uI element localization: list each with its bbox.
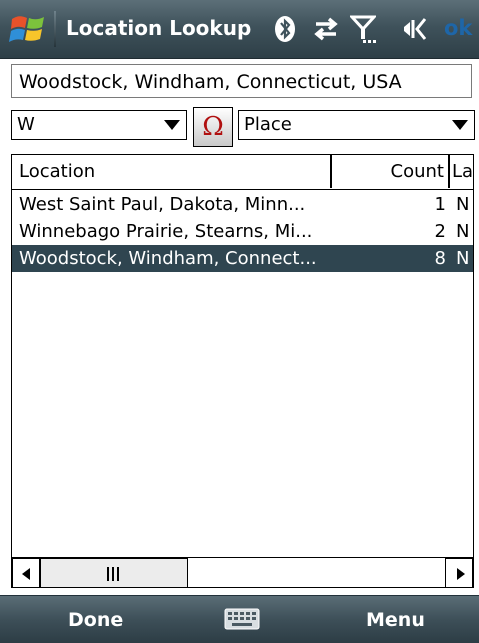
softkey-bar: Done Menu — [0, 595, 479, 643]
window-title: Location Lookup — [66, 16, 252, 40]
special-character-button[interactable]: Ω — [193, 107, 233, 147]
list-item-location: Woodstock, Windham, Connect... — [19, 248, 317, 269]
list-item-extra: N — [456, 194, 470, 215]
title-bar: Location Lookup ok — [0, 0, 479, 59]
chevron-down-icon — [164, 120, 180, 130]
location-field-value: Woodstock, Windham, Connecticut, USA — [19, 71, 402, 93]
location-list[interactable]: Location Count La West Saint Paul, Dakot… — [11, 154, 474, 588]
list-item-location: Winnebago Prairie, Stearns, Mi... — [19, 221, 313, 242]
list-header: Location Count La — [12, 155, 473, 190]
volume-icon[interactable] — [396, 14, 426, 44]
list-item-location: West Saint Paul, Dakota, Minn... — [19, 194, 306, 215]
list-item[interactable]: West Saint Paul, Dakota, Minn... 1 N — [12, 191, 473, 218]
title-separator — [54, 11, 56, 47]
list-item-count: 8 — [434, 248, 446, 269]
location-lookup-screen: Location Lookup ok Woodstock, Windham, C… — [0, 0, 479, 643]
menu-softkey[interactable]: Menu — [366, 606, 425, 634]
chevron-down-icon — [452, 120, 468, 130]
scrollbar-thumb[interactable] — [40, 558, 188, 587]
list-item-selected[interactable]: Woodstock, Windham, Connect... 8 N — [12, 245, 473, 272]
keyboard-icon[interactable] — [224, 608, 260, 630]
type-dropdown-value: Place — [244, 114, 292, 135]
column-header-location[interactable]: Location — [19, 155, 329, 188]
grip-line — [112, 567, 114, 581]
connectivity-icon[interactable] — [312, 14, 340, 44]
list-item-count: 1 — [434, 194, 446, 215]
omega-icon: Ω — [202, 112, 224, 142]
windows-start-icon[interactable] — [9, 11, 47, 47]
signal-icon[interactable] — [350, 14, 376, 44]
grip-line — [117, 567, 119, 581]
scroll-left-button[interactable] — [12, 558, 40, 587]
done-softkey[interactable]: Done — [68, 606, 123, 634]
list-item[interactable]: Winnebago Prairie, Stearns, Mi... 2 N — [12, 218, 473, 245]
list-item-extra: N — [456, 221, 470, 242]
column-header-count[interactable]: Count — [332, 155, 447, 188]
column-divider[interactable] — [448, 155, 450, 188]
ok-button[interactable]: ok — [444, 14, 472, 42]
location-field[interactable]: Woodstock, Windham, Connecticut, USA — [11, 64, 472, 98]
list-item-extra: N — [456, 248, 470, 269]
letter-dropdown[interactable]: W — [11, 110, 187, 140]
column-header-la[interactable]: La — [452, 155, 473, 188]
arrow-right-icon — [457, 568, 465, 580]
scroll-right-button[interactable] — [445, 558, 473, 587]
bluetooth-icon[interactable] — [274, 14, 296, 44]
horizontal-scrollbar[interactable] — [12, 557, 473, 587]
grip-line — [107, 567, 109, 581]
letter-dropdown-value: W — [17, 114, 35, 135]
type-dropdown[interactable]: Place — [238, 110, 475, 140]
list-item-count: 2 — [434, 221, 446, 242]
arrow-left-icon — [22, 568, 30, 580]
